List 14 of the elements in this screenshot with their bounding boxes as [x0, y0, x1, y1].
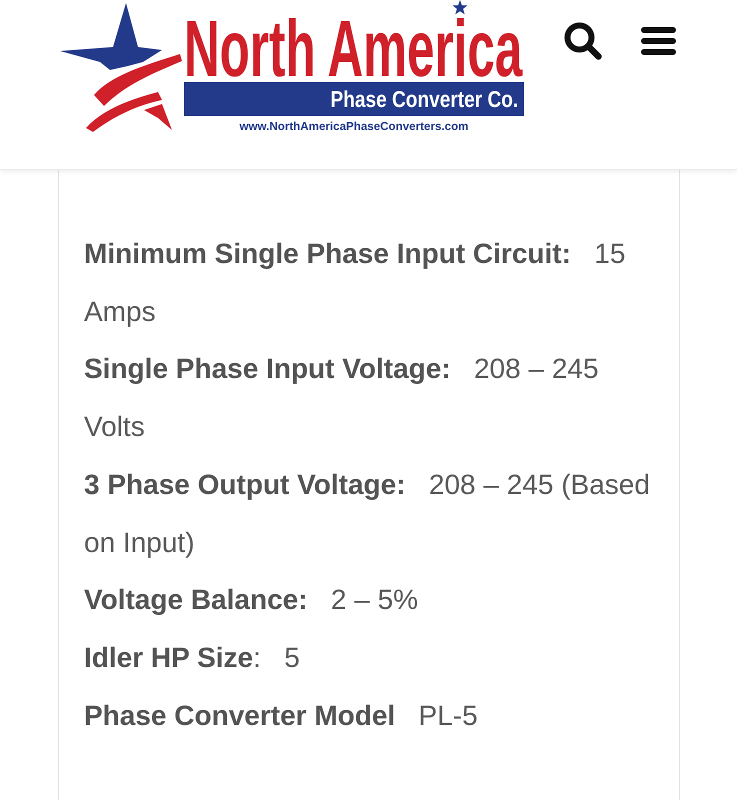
small-star-icon [452, 0, 468, 15]
logo-subtitle: Phase Converter Co. [330, 86, 518, 112]
spec-text: 3 Phase Output Voltage: 208 – 245 (Based on Input) [84, 468, 651, 560]
spec-text: Single Phase Input Voltage: 208 – 245 Volts [84, 352, 600, 444]
menu-button[interactable] [641, 27, 676, 55]
spec-text: Voltage Balance: 2 – 5% [84, 583, 420, 618]
menu-icon [641, 27, 676, 55]
spec-text: Minimum Single Phase Input Circuit: 15 Amps [84, 237, 626, 329]
logo-title: North America [184, 20, 522, 78]
logo-url: www.NorthAmericaPhaseConverters.com [240, 120, 468, 133]
search-button[interactable] [564, 22, 602, 60]
spec-text: Phase Converter Model PL-5 [84, 698, 479, 733]
search-icon [564, 22, 602, 60]
spec-text: Idler HP Size: 5 [84, 640, 301, 675]
